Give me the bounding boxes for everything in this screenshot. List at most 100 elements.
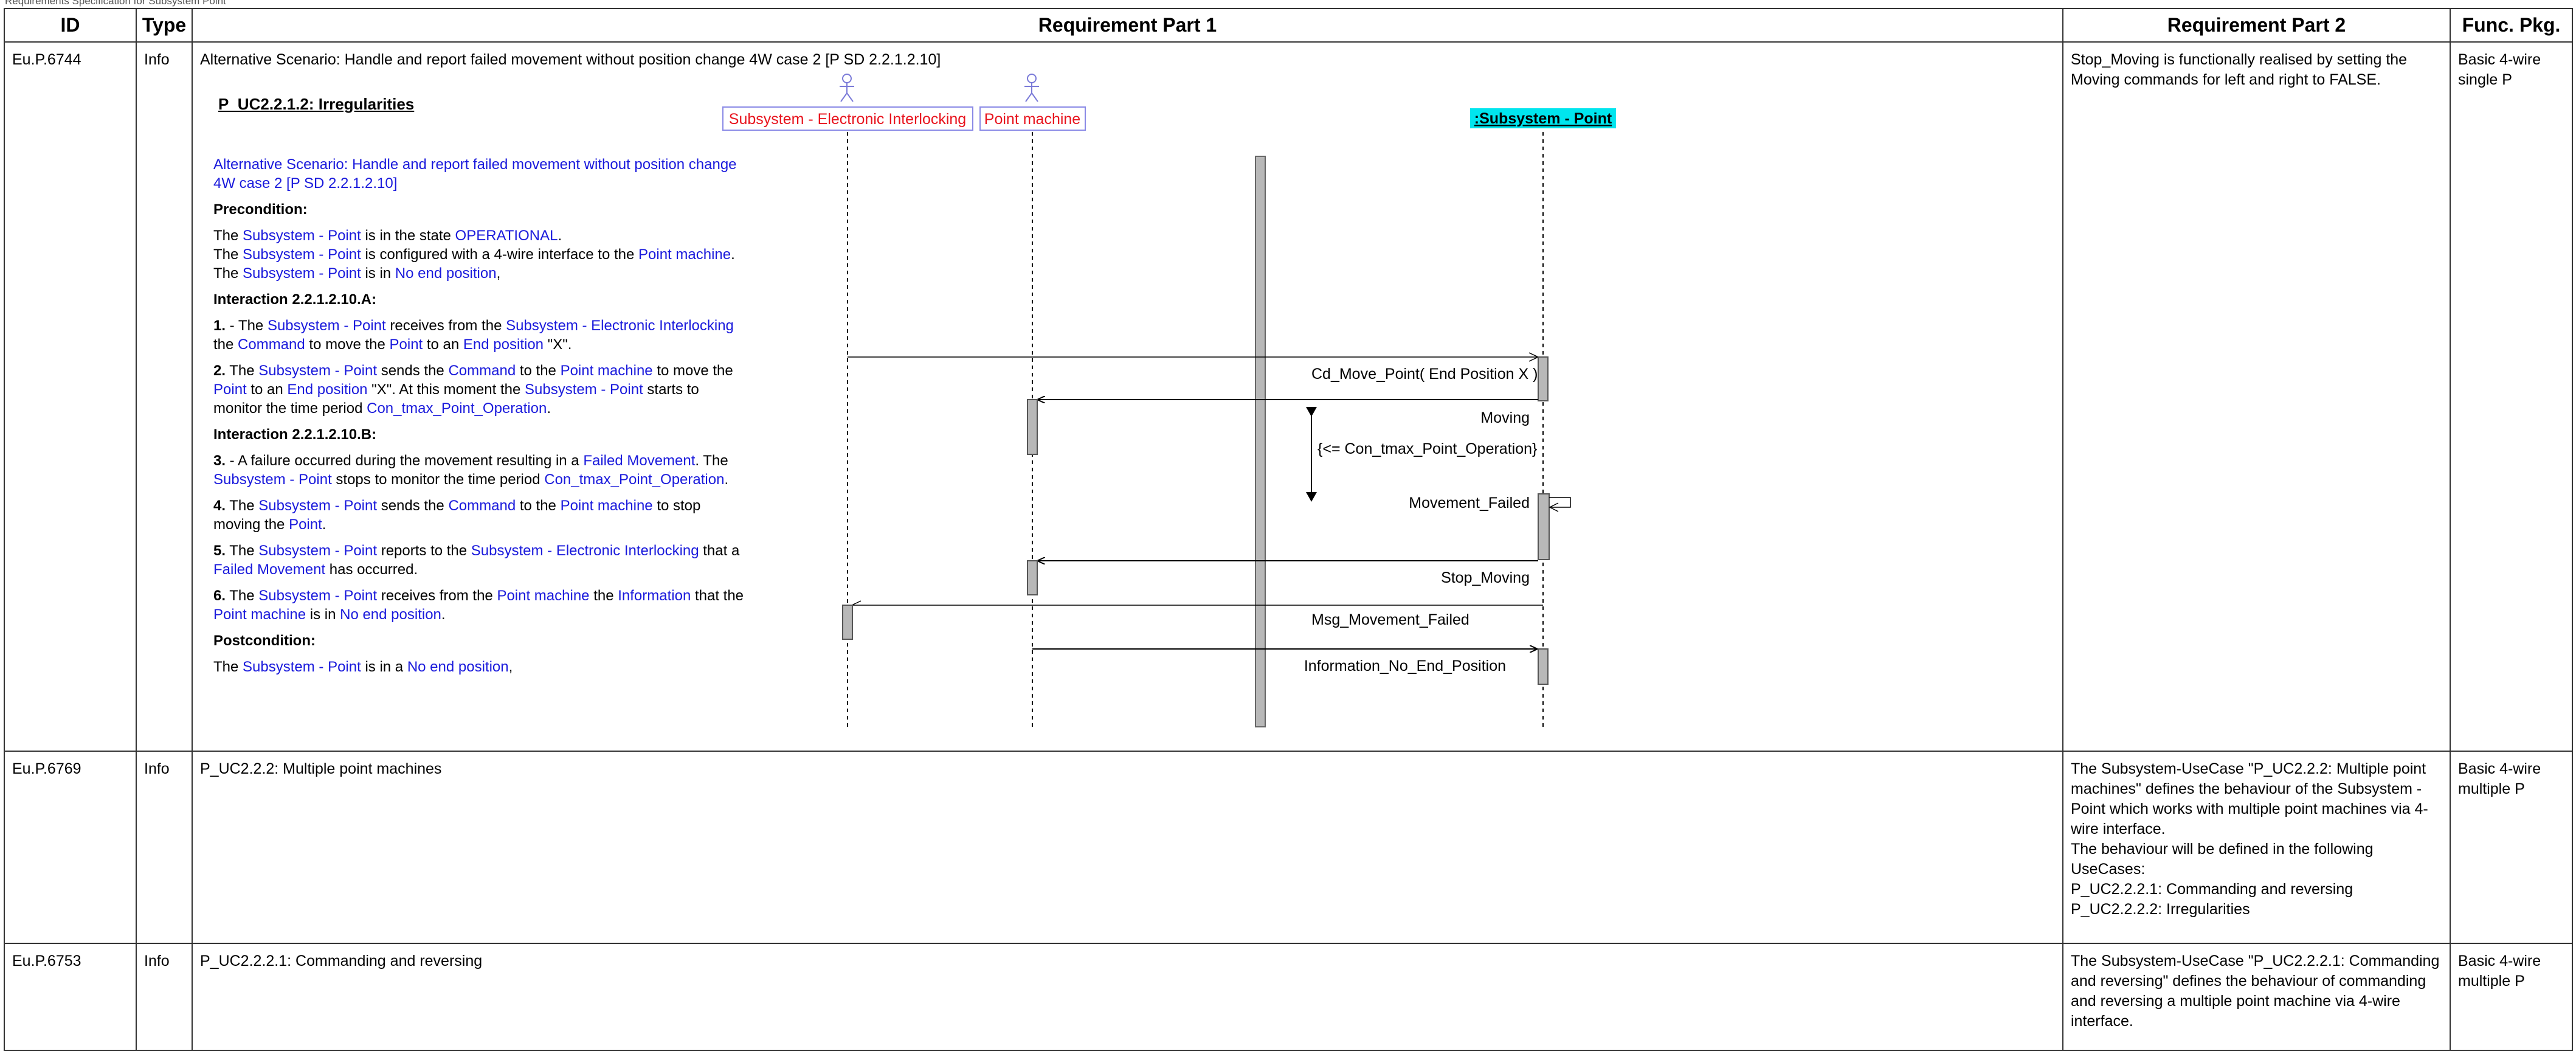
part2-line: The behaviour will be defined in the fol…: [2071, 841, 2374, 878]
precondition-1: The Subsystem - Point is in the state OP…: [213, 226, 748, 245]
cell-id: Eu.P.6744: [4, 41, 137, 752]
text-segment: to the: [516, 362, 561, 379]
activation-point-1: [1538, 356, 1549, 401]
text-segment: ,: [496, 265, 501, 282]
text-segment: . The: [695, 453, 728, 469]
glossary-term: Point: [213, 381, 247, 398]
text-segment: has occurred.: [325, 561, 418, 578]
interaction-a-heading: Interaction 2.2.1.2.10.A:: [213, 291, 377, 308]
table-row[interactable]: Eu.P.6769 Info P_UC2.2.2: Multiple point…: [4, 751, 2573, 944]
glossary-term: Information: [618, 588, 691, 604]
part2-line: P_UC2.2.2.1: Commanding and reversing: [2071, 881, 2353, 898]
step-number: 2.: [213, 362, 226, 379]
cell-part1: P_UC2.2.2.1: Commanding and reversing: [192, 943, 2063, 1051]
text-segment: to the: [516, 498, 561, 514]
text-segment: to move the: [652, 362, 733, 379]
glossary-term: Subsystem - Point: [258, 362, 378, 379]
sequence-diagram: P_UC2.2.1.2: Irregularities Subsystem - …: [200, 71, 1805, 740]
step-2: 2. The Subsystem - Point sends the Comma…: [213, 361, 748, 418]
activation-ixl-1: [842, 605, 853, 640]
actor-ixl-label: Subsystem - Electronic Interlocking: [729, 111, 966, 128]
col-header-type[interactable]: Type: [136, 8, 193, 43]
glossary-term: Point machine: [497, 588, 590, 604]
glossary-term: Subsystem - Point: [525, 381, 643, 398]
glossary-term: Subsystem - Point: [258, 543, 378, 559]
precondition-3: The Subsystem - Point is in No end posit…: [213, 264, 748, 283]
actor-pm-icon: [1024, 74, 1039, 102]
document-header: Requirements Specification for Subsystem…: [5, 0, 226, 7]
glossary-term: Command: [448, 362, 516, 379]
activation-point-2: [1538, 493, 1550, 560]
message-label-5: Stop_Moving: [1441, 569, 1530, 586]
glossary-term: Subsystem - Point: [258, 588, 378, 604]
text-segment: that the: [691, 588, 744, 604]
glossary-term: Subsystem - Point: [213, 471, 332, 488]
precondition-heading: Precondition:: [213, 201, 308, 218]
text-segment: .: [547, 400, 551, 417]
glossary-term: Point: [389, 336, 423, 353]
separator-bar: [1255, 156, 1266, 727]
table-row[interactable]: Eu.P.6753 Info P_UC2.2.2.1: Commanding a…: [4, 943, 2573, 1051]
cell-id: Eu.P.6769: [4, 751, 137, 944]
glossary-term: No end position: [395, 265, 497, 282]
glossary-term: Subsystem - Point: [243, 246, 361, 263]
glossary-term: No end position: [407, 659, 509, 675]
text-segment: is configured with a 4-wire interface to…: [361, 246, 639, 263]
text-segment: .: [558, 227, 562, 244]
glossary-term: Command: [238, 336, 305, 353]
message-label-4: Movement_Failed: [1409, 494, 1530, 512]
step-1: 1. - The Subsystem - Point receives from…: [213, 316, 748, 354]
message-label-7: Information_No_End_Position: [1304, 657, 1506, 675]
scenario-title: Alternative Scenario: Handle and report …: [213, 156, 737, 192]
text-segment: is in: [361, 265, 395, 282]
text-segment: The: [226, 498, 259, 514]
postcondition-1: The Subsystem - Point is in a No end pos…: [213, 657, 748, 676]
glossary-term: Command: [448, 498, 516, 514]
glossary-term: Subsystem - Point: [258, 498, 378, 514]
step-4: 4. The Subsystem - Point sends the Comma…: [213, 496, 748, 534]
glossary-term: Subsystem - Electronic Interlocking: [506, 317, 734, 334]
glossary-term: Failed Movement: [583, 453, 696, 469]
actor-ixl-icon: [840, 74, 854, 102]
message-label-2: Moving: [1480, 409, 1530, 426]
text-segment: The: [226, 588, 259, 604]
text-segment: The: [213, 227, 243, 244]
message-label-1: Cd_Move_Point( End Position X ): [1311, 366, 1538, 383]
message-label-6: Msg_Movement_Failed: [1311, 611, 1469, 628]
text-segment: that a: [699, 543, 740, 559]
text-segment: is in the state: [361, 227, 455, 244]
cell-type: Info: [136, 943, 193, 1051]
table-row[interactable]: Eu.P.6744 Info Alternative Scenario: Han…: [4, 41, 2573, 752]
step-6: 6. The Subsystem - Point receives from t…: [213, 586, 748, 624]
glossary-term: Point: [289, 516, 322, 533]
activation-point-3: [1538, 648, 1549, 685]
duration-label: {<= Con_tmax_Point_Operation}: [1317, 440, 1537, 457]
text-segment: is in a: [361, 659, 407, 675]
text-segment: .: [731, 246, 735, 263]
text-segment: - The: [226, 317, 268, 334]
glossary-term: Con_tmax_Point_Operation: [544, 471, 725, 488]
activation-pm-1: [1027, 399, 1038, 455]
text-segment: "X".: [544, 336, 572, 353]
text-segment: .: [322, 516, 326, 533]
text-segment: The: [213, 659, 243, 675]
text-segment: ,: [508, 659, 513, 675]
table-header-row: ID Type Requirement Part 1 Requirement P…: [4, 8, 2573, 43]
col-header-id[interactable]: ID: [4, 8, 137, 43]
text-segment: to an: [246, 381, 288, 398]
step-number: 3.: [213, 453, 226, 469]
cell-type: Info: [136, 751, 193, 944]
text-segment: reports to the: [377, 543, 471, 559]
cell-part2: The Subsystem-UseCase "P_UC2.2.2: Multip…: [2062, 751, 2451, 944]
text-segment: "X". At this moment the: [367, 381, 525, 398]
cell-func-pkg: Basic 4-wire single P: [2450, 41, 2573, 752]
col-header-part1[interactable]: Requirement Part 1: [192, 8, 2063, 43]
col-header-part2[interactable]: Requirement Part 2: [2062, 8, 2451, 43]
text-segment: The: [226, 362, 259, 379]
glossary-term: Point machine: [638, 246, 731, 263]
text-segment: is in: [306, 606, 340, 623]
col-header-func-pkg[interactable]: Func. Pkg.: [2450, 8, 2573, 43]
text-segment: receives from the: [377, 588, 497, 604]
cell-func-pkg: Basic 4-wire multiple P: [2450, 943, 2573, 1051]
actor-point-label: :Subsystem - Point: [1474, 110, 1612, 127]
